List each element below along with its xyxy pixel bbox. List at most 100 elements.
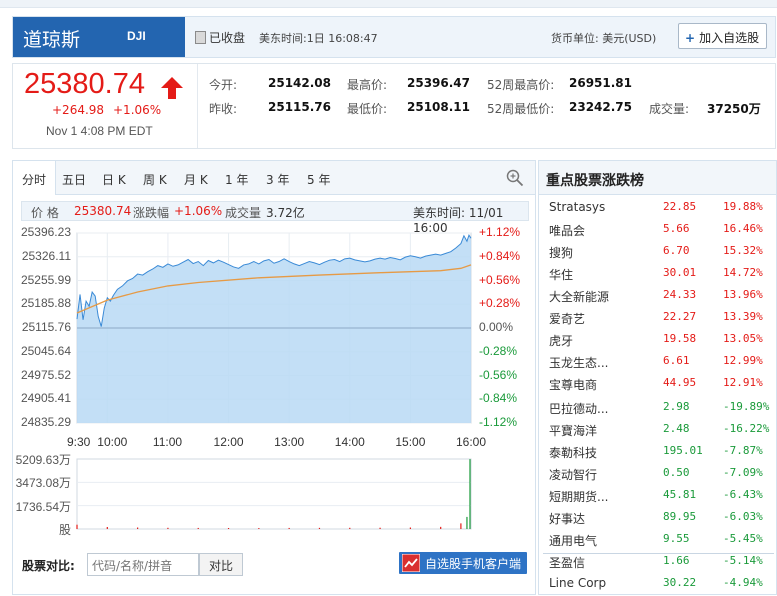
stat-label: 最低价: [347, 102, 388, 116]
stat-value: 25396.47 [407, 76, 471, 90]
intraday-chart [76, 232, 472, 530]
plus-icon: + [685, 31, 696, 45]
mover-name: 玉龙生态... [549, 356, 609, 370]
mover-row[interactable]: 华住 30.01 14.72% [539, 263, 776, 285]
mover-price: 89.95 [663, 510, 697, 523]
header-time: 美东时间:1日 16:08:47 [259, 32, 378, 45]
mover-row[interactable]: 短期期货... 45.81 -6.43% [539, 485, 776, 507]
top-strip [0, 0, 777, 8]
mover-name: Stratasys [549, 200, 606, 214]
mover-price: 195.01 [663, 444, 703, 457]
stat-value: 26951.81 [569, 76, 633, 90]
market-status: 已收盘 [195, 29, 245, 46]
mobile-app-label: 自选股手机客户端 [425, 557, 522, 571]
mover-change: 14.72% [723, 266, 763, 279]
mover-name: 巴拉德动... [549, 402, 609, 416]
mover-price: 5.66 [663, 222, 690, 235]
quote-panel: 25380.74 +264.98 +1.06% Nov 1 4:08 PM ED… [12, 63, 776, 149]
mover-row[interactable]: 泰勒科技 195.01 -7.87% [539, 441, 776, 463]
stat-value: 25115.76 [268, 100, 332, 114]
mover-change: 12.91% [723, 376, 763, 389]
mover-change: 16.46% [723, 222, 763, 235]
mover-change: 13.05% [723, 332, 763, 345]
mover-name: 圣盈信 [549, 556, 586, 570]
mover-row[interactable]: 虎牙 19.58 13.05% [539, 329, 776, 351]
mover-price: 30.01 [663, 266, 697, 279]
mover-price: 30.22 [663, 576, 697, 589]
quote-date: Nov 1 4:08 PM EDT [46, 124, 153, 138]
clock-icon [195, 31, 206, 44]
mover-change: -4.94% [723, 576, 763, 589]
mover-name: Line Corp [549, 576, 607, 590]
stat-label: 52周最高价: [487, 78, 555, 92]
mover-name: 短期期货... [549, 490, 609, 504]
movers-divider [543, 553, 774, 554]
currency-unit: 货币单位: 美元(USD) [551, 32, 657, 45]
mover-price: 2.48 [663, 422, 690, 435]
mover-price: 2.98 [663, 400, 690, 413]
mover-name: 唯品会 [549, 224, 586, 238]
mover-row[interactable]: 大全新能源 24.33 13.96% [539, 285, 776, 307]
mover-change: -19.89% [723, 400, 770, 413]
stat-label: 今开: [209, 78, 238, 92]
mover-row[interactable]: 宝尊电商 44.95 12.91% [539, 373, 776, 395]
mover-name: 宝尊电商 [549, 378, 598, 392]
mover-price: 19.58 [663, 332, 697, 345]
mover-change: -7.87% [723, 444, 763, 457]
index-name-block: 道琼斯 DJI [13, 17, 185, 57]
stat-label: 52周最低价: [487, 102, 555, 116]
mover-row[interactable]: 圣盈信 1.66 -5.14% [539, 551, 776, 573]
mover-change: 12.99% [723, 354, 763, 367]
mover-name: 搜狗 [549, 246, 574, 260]
stat-value: 25108.11 [407, 100, 471, 114]
mover-price: 1.66 [663, 554, 690, 567]
mover-name: 好事达 [549, 512, 586, 526]
price-change-pct: +1.06% [113, 103, 162, 117]
mover-name: 华住 [549, 268, 574, 282]
index-name: 道琼斯 [23, 29, 81, 51]
mover-row[interactable]: Line Corp 30.22 -4.94% [539, 573, 776, 595]
stat-label: 成交量: [649, 102, 690, 116]
movers-panel: 重点股票涨跌榜 Stratasys 22.85 19.88% 唯品会 5.66 16.46… [538, 160, 777, 595]
mover-row[interactable]: 平寶海洋 2.48 -16.22% [539, 419, 776, 441]
mover-name: 虎牙 [549, 334, 574, 348]
add-to-watchlist-label: 加入自选股 [699, 31, 760, 45]
compare-label: 股票对比: [22, 559, 75, 573]
chart-panel: 分时 五日 日 K 周 K 月 K 1 年 3 年 5 年 价 格 25380.… [12, 160, 536, 595]
mover-row[interactable]: 通用电气 9.55 -5.45% [539, 529, 776, 551]
mover-change: -5.45% [723, 532, 763, 545]
mover-name: 泰勒科技 [549, 446, 598, 460]
mover-change: -16.22% [723, 422, 770, 435]
mover-name: 凌动智行 [549, 468, 598, 482]
mover-row[interactable]: 好事达 89.95 -6.03% [539, 507, 776, 529]
up-arrow-icon [161, 77, 183, 99]
mover-row[interactable]: 搜狗 6.70 15.32% [539, 241, 776, 263]
mover-price: 24.33 [663, 288, 697, 301]
mover-price: 45.81 [663, 488, 697, 501]
compare-button[interactable]: 对比 [199, 553, 243, 576]
mover-row[interactable]: 唯品会 5.66 16.46% [539, 219, 776, 241]
mover-row[interactable]: 巴拉德动... 2.98 -19.89% [539, 397, 776, 419]
mover-change: -6.03% [723, 510, 763, 523]
volume-plot-area [76, 458, 472, 530]
price-box: 25380.74 +264.98 +1.06% Nov 1 4:08 PM ED… [13, 64, 198, 148]
mover-price: 9.55 [663, 532, 690, 545]
quote-header: 道琼斯 DJI 已收盘 美东时间:1日 16:08:47 货币单位: 美元(US… [12, 16, 776, 58]
mover-price: 0.50 [663, 466, 690, 479]
mover-change: 13.96% [723, 288, 763, 301]
price-change: +264.98 [52, 103, 105, 117]
mover-row[interactable]: Stratasys 22.85 19.88% [539, 197, 776, 219]
mover-row[interactable]: 凌动智行 0.50 -7.09% [539, 463, 776, 485]
market-status-text: 已收盘 [209, 31, 246, 45]
mover-name: 爱奇艺 [549, 312, 586, 326]
mover-price: 22.85 [663, 200, 697, 213]
compare-input[interactable] [87, 553, 199, 576]
mover-price: 6.70 [663, 244, 690, 257]
mover-change: 15.32% [723, 244, 763, 257]
mover-row[interactable]: 爱奇艺 22.27 13.39% [539, 307, 776, 329]
mover-row[interactable]: 玉龙生态... 6.61 12.99% [539, 351, 776, 373]
add-to-watchlist-button[interactable]: + 加入自选股 [678, 23, 767, 49]
mover-change: -7.09% [723, 466, 763, 479]
movers-title: 重点股票涨跌榜 [539, 161, 776, 195]
stat-value: 37250万 [707, 102, 761, 116]
